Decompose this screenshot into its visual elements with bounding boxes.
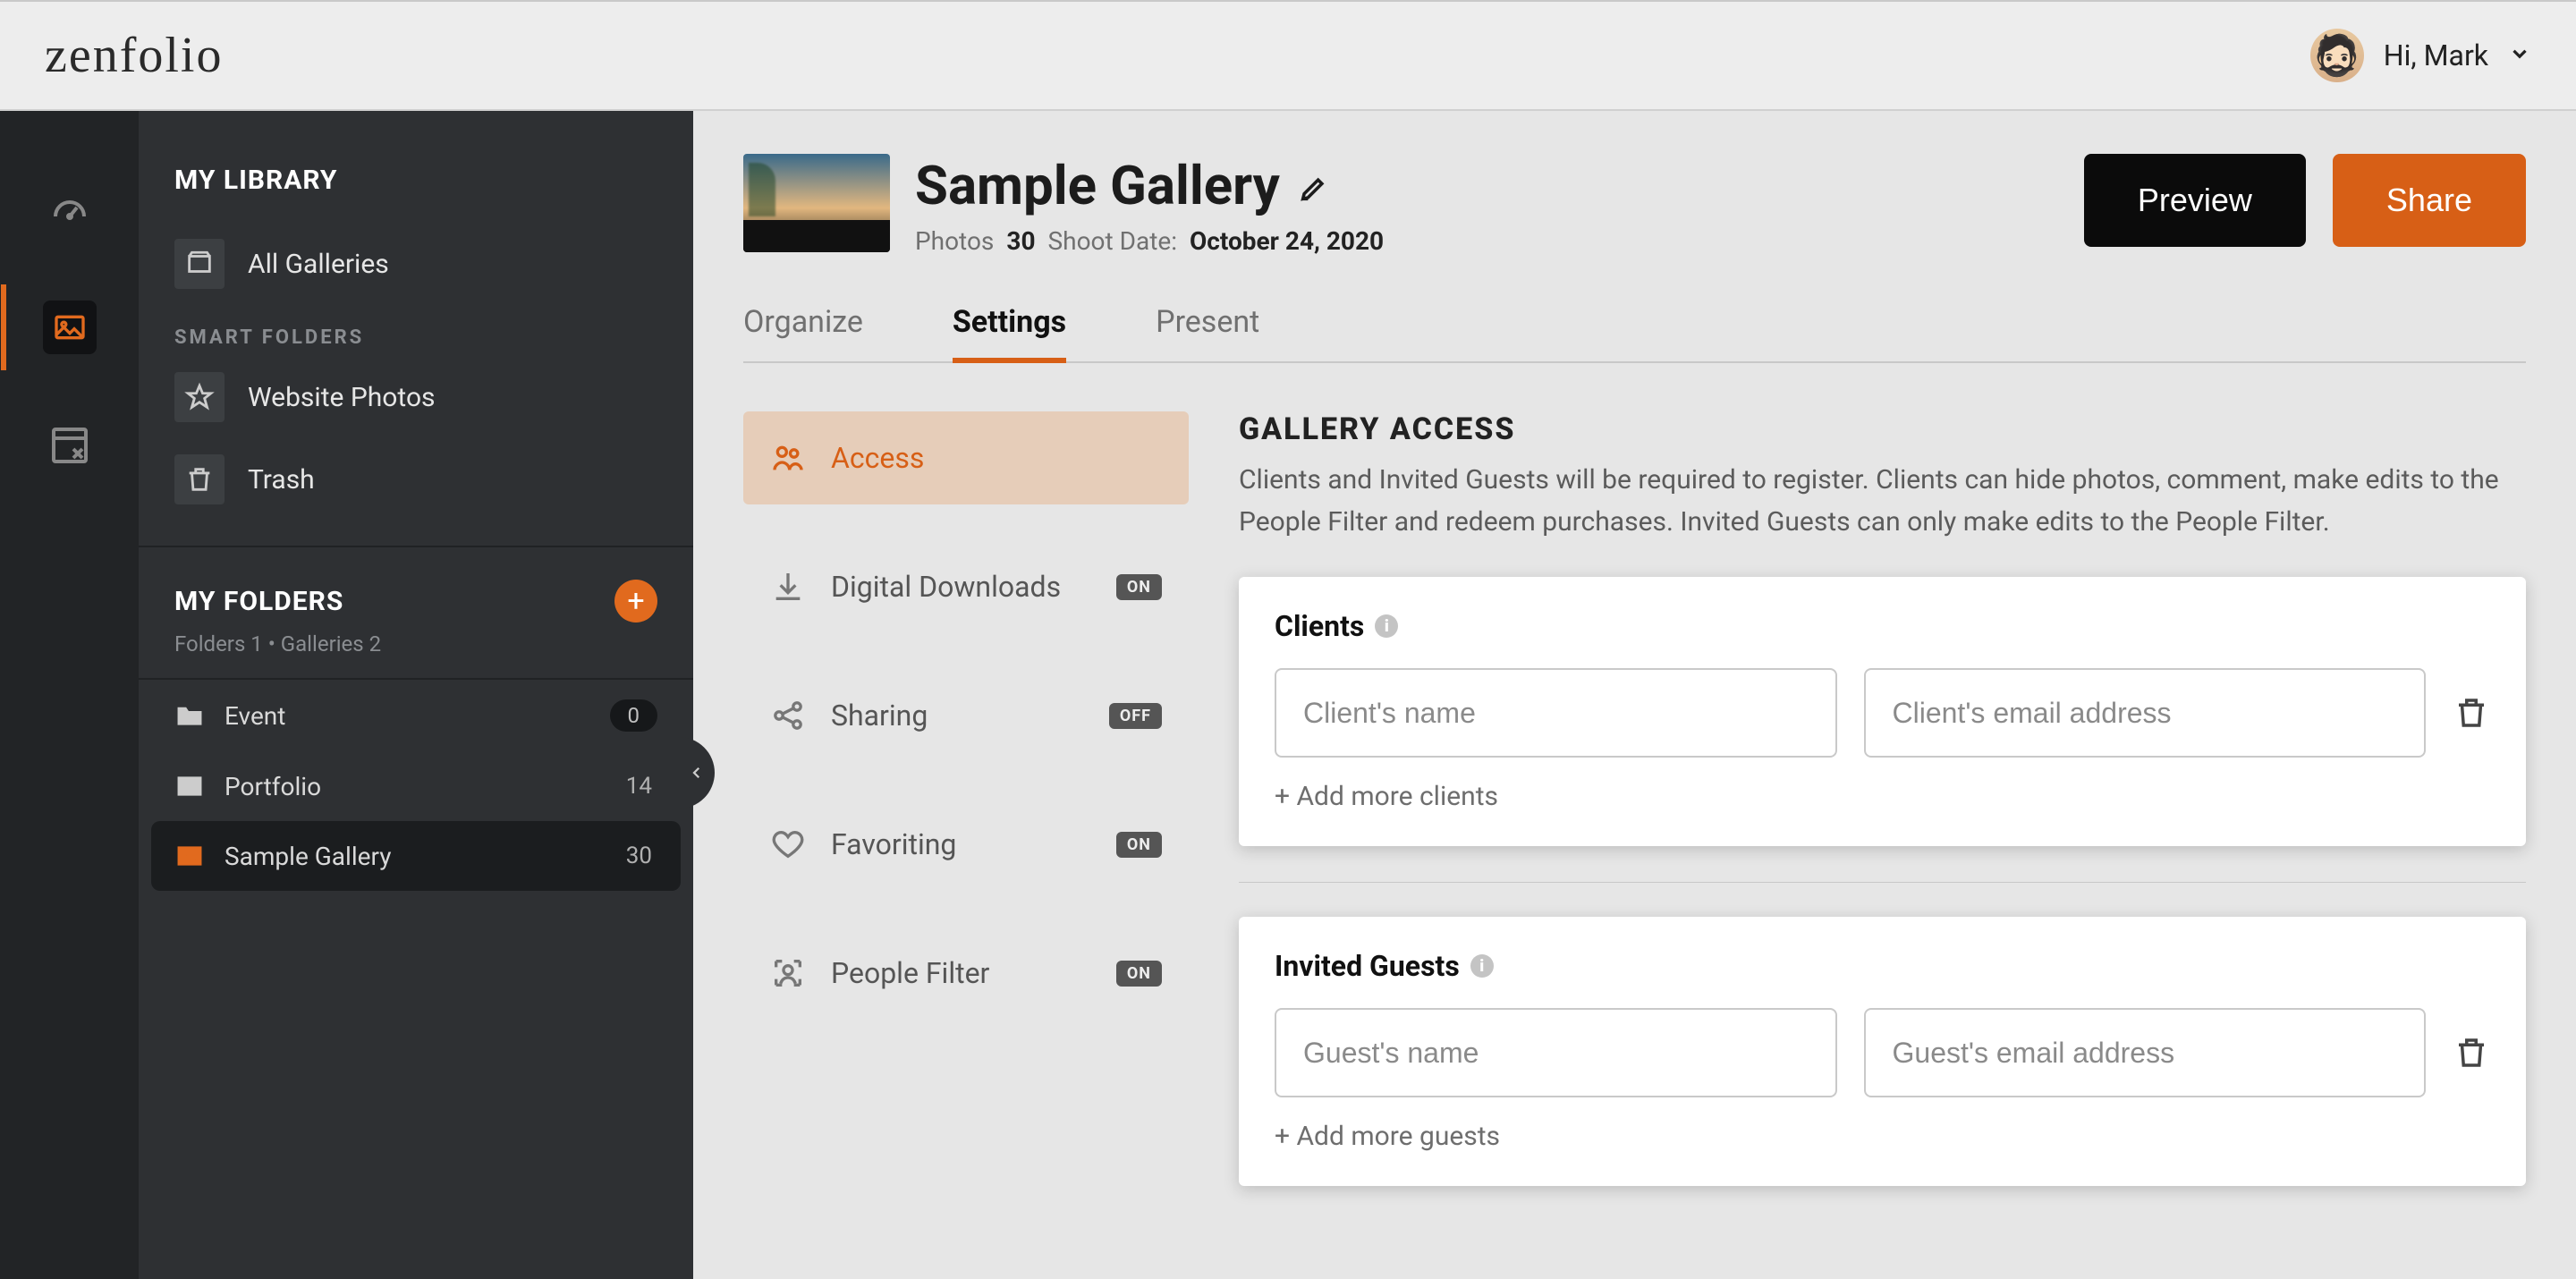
folder-portfolio[interactable]: Portfolio 14	[139, 751, 693, 821]
settings-menu: Access Digital Downloads ON Sharing OFF …	[743, 411, 1189, 1186]
status-badge: ON	[1116, 574, 1162, 600]
rail-website[interactable]	[43, 419, 97, 472]
sidebar-item-label: Trash	[248, 464, 315, 496]
settings-people-filter[interactable]: People Filter ON	[743, 927, 1189, 1020]
icon-rail	[0, 111, 139, 1279]
add-folder-button[interactable]: +	[614, 580, 657, 623]
rail-dashboard[interactable]	[43, 182, 97, 236]
sidebar-library-title: MY LIBRARY	[139, 165, 693, 223]
share-button[interactable]: Share	[2333, 154, 2526, 247]
folder-count: 0	[610, 699, 658, 732]
tab-settings[interactable]: Settings	[953, 286, 1066, 363]
my-folders-title: MY FOLDERS	[174, 586, 343, 617]
folder-icon	[174, 700, 205, 731]
sidebar-trash[interactable]: Trash	[139, 438, 693, 521]
delete-guest-button[interactable]	[2453, 1034, 2490, 1071]
add-more-guests[interactable]: + Add more guests	[1275, 1121, 1500, 1152]
status-badge: ON	[1116, 832, 1162, 858]
gallery-access-desc: Clients and Invited Guests will be requi…	[1239, 460, 2526, 543]
add-more-clients[interactable]: + Add more clients	[1275, 781, 1498, 812]
folder-label: Sample Gallery	[225, 842, 391, 871]
rail-galleries[interactable]	[43, 301, 97, 354]
divider	[1239, 882, 2526, 883]
trash-icon	[174, 454, 225, 504]
settings-sharing[interactable]: Sharing OFF	[743, 669, 1189, 762]
status-badge: ON	[1116, 961, 1162, 987]
people-icon	[770, 440, 806, 476]
image-icon	[174, 771, 205, 801]
guests-card: Invited Guests i + Add more guests	[1239, 917, 2526, 1186]
tab-present[interactable]: Present	[1156, 286, 1259, 361]
folder-label: Event	[225, 701, 285, 731]
info-icon[interactable]: i	[1470, 954, 1494, 978]
gallery-meta: Photos 30 Shoot Date: October 24, 2020	[915, 226, 1384, 256]
guests-label: Invited Guests	[1275, 949, 1460, 983]
my-folders-sub: Folders 1 • Galleries 2	[139, 628, 693, 678]
folder-label: Portfolio	[225, 772, 321, 801]
heart-icon	[770, 826, 806, 862]
gallery-title: Sample Gallery	[915, 154, 1280, 217]
settings-digital-downloads[interactable]: Digital Downloads ON	[743, 540, 1189, 633]
status-badge: OFF	[1109, 703, 1162, 729]
settings-favoriting[interactable]: Favoriting ON	[743, 798, 1189, 891]
sidebar: MY LIBRARY All Galleries SMART FOLDERS W…	[139, 111, 693, 1279]
folder-sample-gallery[interactable]: Sample Gallery 30	[151, 821, 681, 891]
image-icon	[174, 841, 205, 871]
download-icon	[770, 569, 806, 605]
share-icon	[770, 698, 806, 733]
top-header: zenfolio 🧔🏻 Hi, Mark	[0, 0, 2576, 111]
clients-label: Clients	[1275, 609, 1364, 643]
user-menu[interactable]: 🧔🏻 Hi, Mark	[2310, 29, 2531, 82]
logo[interactable]: zenfolio	[45, 27, 223, 84]
preview-button[interactable]: Preview	[2084, 154, 2306, 247]
avatar: 🧔🏻	[2310, 29, 2364, 82]
sidebar-all-galleries[interactable]: All Galleries	[139, 223, 693, 305]
smart-folders-label: SMART FOLDERS	[139, 305, 693, 356]
guest-name-input[interactable]	[1275, 1008, 1837, 1097]
folder-count: 30	[626, 843, 657, 869]
guest-email-input[interactable]	[1864, 1008, 2427, 1097]
main-content: Sample Gallery Photos 30 Shoot Date: Oct…	[693, 111, 2576, 1279]
star-icon	[174, 372, 225, 422]
user-greeting: Hi, Mark	[2384, 38, 2488, 72]
folder-event[interactable]: Event 0	[139, 680, 693, 751]
gallery-thumbnail[interactable]	[743, 154, 890, 252]
settings-content: GALLERY ACCESS Clients and Invited Guest…	[1239, 411, 2526, 1186]
sidebar-website-photos[interactable]: Website Photos	[139, 356, 693, 438]
edit-title-icon[interactable]	[1298, 154, 1328, 217]
info-icon[interactable]: i	[1375, 614, 1398, 638]
client-name-input[interactable]	[1275, 668, 1837, 758]
client-email-input[interactable]	[1864, 668, 2427, 758]
folder-count: 14	[626, 773, 657, 800]
gallery-access-title: GALLERY ACCESS	[1239, 411, 2526, 447]
tab-organize[interactable]: Organize	[743, 286, 863, 361]
delete-client-button[interactable]	[2453, 694, 2490, 732]
clients-card: Clients i + Add more clients	[1239, 577, 2526, 846]
sidebar-item-label: Website Photos	[248, 382, 436, 413]
chevron-down-icon	[2508, 42, 2531, 69]
sidebar-item-label: All Galleries	[248, 249, 389, 280]
tabs: Organize Settings Present	[743, 286, 2526, 363]
settings-access[interactable]: Access	[743, 411, 1189, 504]
face-scan-icon	[770, 955, 806, 991]
galleries-icon	[174, 239, 225, 289]
